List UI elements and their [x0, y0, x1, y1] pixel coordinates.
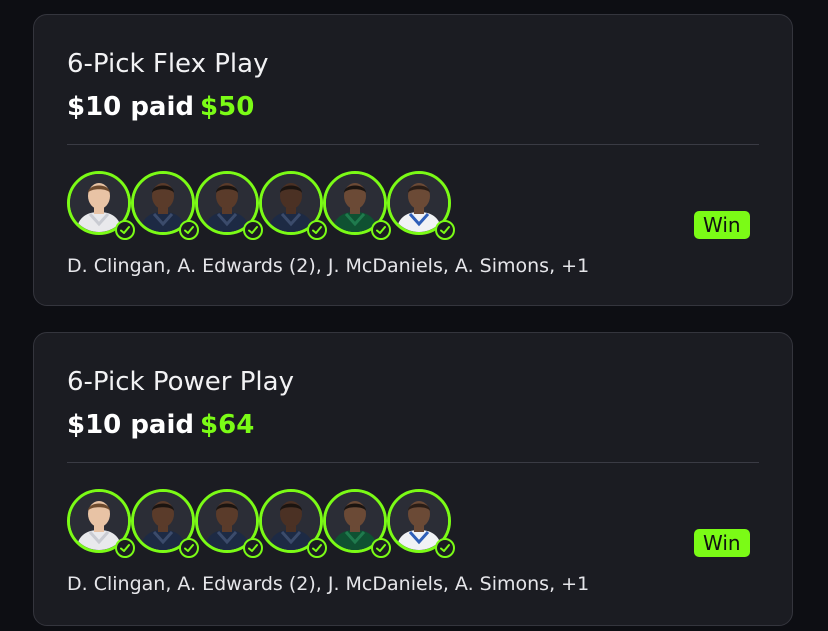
checkmark-icon	[115, 538, 135, 558]
divider	[67, 462, 759, 463]
win-badge: Win	[694, 211, 750, 239]
paid-amount: $10 paid	[67, 92, 195, 122]
checkmark-icon	[115, 220, 135, 240]
checkmark-icon	[243, 220, 263, 240]
payout-line: $10 paid $50	[67, 92, 254, 122]
checkmark-icon	[307, 220, 327, 240]
won-amount: $64	[200, 410, 255, 440]
entry-title: 6-Pick Power Play	[67, 367, 294, 397]
entry-title: 6-Pick Flex Play	[67, 49, 269, 79]
checkmark-icon	[435, 538, 455, 558]
checkmark-icon	[371, 220, 391, 240]
checkmark-icon	[179, 220, 199, 240]
payout-line: $10 paid $64	[67, 410, 254, 440]
entry-card[interactable]: 6-Pick Flex Play $10 paid $50 Win D. Clin…	[33, 14, 793, 306]
checkmark-icon	[371, 538, 391, 558]
avatar-row	[67, 489, 467, 561]
players-summary: D. Clingan, A. Edwards (2), J. McDaniels…	[67, 255, 590, 277]
won-amount: $50	[200, 92, 255, 122]
win-badge: Win	[694, 529, 750, 557]
paid-amount: $10 paid	[67, 410, 195, 440]
entry-card[interactable]: 6-Pick Power Play $10 paid $64 Win D. Cli…	[33, 332, 793, 626]
players-summary: D. Clingan, A. Edwards (2), J. McDaniels…	[67, 573, 590, 595]
divider	[67, 144, 759, 145]
checkmark-icon	[435, 220, 455, 240]
avatar-row	[67, 171, 467, 243]
checkmark-icon	[179, 538, 199, 558]
checkmark-icon	[307, 538, 327, 558]
checkmark-icon	[243, 538, 263, 558]
